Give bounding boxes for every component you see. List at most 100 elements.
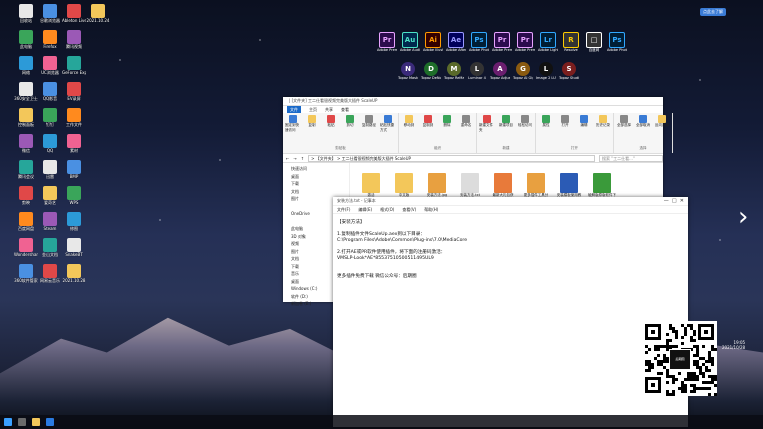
desktop-icon[interactable]: 网易云音乐 (38, 264, 62, 283)
taskbar-clock[interactable]: 19:05 2021/10/28 (722, 340, 745, 350)
up-arrow-icon[interactable]: ↑ (301, 156, 304, 161)
ribbon-button[interactable]: 删除 (439, 115, 455, 128)
desktop-icon[interactable]: 爱奇艺 (38, 186, 62, 205)
desktop-icon[interactable]: 腾讯会议 (14, 160, 38, 179)
desktop-icon[interactable]: QQ影音 (38, 82, 62, 101)
desktop-icon[interactable]: SnakeBT (62, 238, 86, 257)
desktop-icon[interactable]: 金山文档 (38, 238, 62, 257)
file-item[interactable]: 中文版 (389, 173, 419, 198)
tab-file[interactable]: 文件 (287, 106, 301, 113)
search-icon[interactable] (18, 418, 26, 426)
notepad-taskbar-icon[interactable] (46, 418, 54, 426)
back-arrow-icon[interactable]: ← (286, 156, 289, 161)
topaz-app-shortcut[interactable]: DTopaz DeNoise AI (421, 62, 441, 80)
ribbon-button[interactable]: 打开 (557, 115, 573, 128)
desktop-icon[interactable]: 谷歌浏览器 (38, 4, 62, 23)
ribbon-button[interactable]: 复制路径 (361, 115, 377, 133)
ribbon-button[interactable]: 全部取消 (635, 115, 651, 128)
nav-item[interactable]: 桌面 (283, 173, 349, 181)
desktop-icon[interactable]: UC浏览器 (38, 56, 62, 75)
adobe-app-shortcut[interactable]: □ 百度网 (584, 32, 604, 52)
file-item[interactable]: 安装方法.txt (455, 173, 485, 198)
start-menu-icon[interactable] (4, 418, 12, 426)
desktop-icon[interactable]: Ableton Live (62, 4, 86, 23)
adobe-app-shortcut[interactable]: PsAdobe Photosh... (607, 32, 627, 52)
forward-arrow-icon[interactable]: → (293, 156, 296, 161)
ribbon-button[interactable]: 全部选择 (616, 115, 632, 128)
desktop-icon[interactable]: 工作文件 (62, 108, 86, 127)
topaz-app-shortcut[interactable]: GTopaz AI Gigapixel (513, 62, 533, 80)
notepad-menu-item[interactable]: 编辑(E) (358, 206, 372, 213)
nav-item[interactable]: 下载 (283, 180, 349, 188)
ribbon-button[interactable]: 属性 (538, 115, 554, 128)
nav-item[interactable]: 快速访问 (283, 165, 349, 173)
ribbon-button[interactable]: 反向选择 (654, 115, 670, 128)
address-bar[interactable]: > 【文件夹】 > 工二仕看银视频完美版大插件 ScaleUP (308, 154, 595, 162)
adobe-app-shortcut[interactable]: PrAdobe Premie... (492, 32, 512, 52)
desktop-icon[interactable]: 剪映 (14, 186, 38, 205)
topaz-app-shortcut[interactable]: L Image 2 LUT (536, 62, 556, 80)
ribbon-button[interactable]: 粘贴 (323, 115, 339, 133)
nav-item[interactable]: 文档 (283, 188, 349, 196)
desktop-icon[interactable]: 微信 (14, 134, 38, 153)
adobe-app-shortcut[interactable]: PsAdobe Photosh... (469, 32, 489, 52)
notepad-text-area[interactable]: 【安装方法】 1.复制插件文件ScaleUp.aex到以下目录： C:\Progr… (333, 214, 688, 286)
desktop-icon[interactable]: Steam (38, 212, 62, 231)
tab-view[interactable]: 查看 (341, 106, 349, 113)
desktop-icon[interactable]: 网络 (14, 56, 38, 75)
desktop-icon[interactable]: 360安全卫士 (14, 82, 38, 101)
desktop-icon[interactable]: 控制面板 (14, 108, 38, 127)
adobe-app-shortcut[interactable]: AeAdobe After Effects CC (446, 32, 466, 52)
ribbon-button[interactable]: 移动到 (401, 115, 417, 128)
search-input[interactable]: 搜索 "工二仕看..." (599, 154, 663, 162)
desktop-icon[interactable]: BMP (62, 160, 86, 179)
topaz-app-shortcut[interactable]: L Luminar 4 (467, 62, 487, 80)
tab-home[interactable]: 主页 (309, 106, 317, 113)
topaz-app-shortcut[interactable]: STopaz Studio 2 (559, 62, 579, 80)
notification-badge[interactable]: 点此去了解 (700, 8, 726, 16)
adobe-app-shortcut[interactable]: PrAdobe Premie... (515, 32, 535, 52)
notepad-menu-item[interactable]: 查看(V) (402, 206, 416, 213)
desktop-icon[interactable]: 迅雷 (38, 160, 62, 179)
notepad-menu-item[interactable]: 格式(O) (380, 206, 394, 213)
adobe-app-shortcut[interactable]: R Resolve (561, 32, 581, 52)
ribbon-button[interactable]: 复制到 (420, 115, 436, 128)
notepad-menu-item[interactable]: 帮助(H) (424, 206, 438, 213)
ribbon-button[interactable]: 新建文件夹 (479, 115, 495, 133)
desktop-icon[interactable]: 2021.10.24 (86, 4, 110, 23)
file-explorer-taskbar-icon[interactable] (32, 418, 40, 426)
ribbon-button[interactable]: 粘贴快捷方式 (380, 115, 396, 133)
file-item[interactable]: 安装方法.jpg (422, 173, 452, 198)
adobe-app-shortcut[interactable]: LrAdobe Lightroo... (538, 32, 558, 52)
desktop-icon[interactable]: 钉钉 (38, 108, 62, 127)
window-controls[interactable]: — □ ✕ (664, 197, 684, 205)
topaz-app-shortcut[interactable]: ATopaz Adjust AI (490, 62, 510, 80)
desktop-icon[interactable]: 腾讯视频 (62, 30, 86, 49)
desktop-icon[interactable]: 回收站 (14, 4, 38, 23)
ribbon-button[interactable]: 固定到快速访问 (285, 115, 301, 133)
desktop-icon[interactable]: WPS (62, 186, 86, 205)
ribbon-button[interactable]: 编辑 (576, 115, 592, 128)
adobe-app-shortcut[interactable]: AuAdobe Audition (400, 32, 420, 52)
desktop-icon[interactable]: 360软件管家 (14, 264, 38, 283)
tab-share[interactable]: 共享 (325, 106, 333, 113)
ribbon-button[interactable]: 轻松访问 (517, 115, 533, 133)
notepad-menu-item[interactable]: 文件(F) (337, 206, 350, 213)
adobe-app-shortcut[interactable]: PrAdobe Premie... (377, 32, 397, 52)
ribbon-button[interactable]: 重命名 (458, 115, 474, 128)
desktop-icon[interactable]: QQ (38, 134, 62, 153)
topaz-app-shortcut[interactable]: NTopaz Mask AI (398, 62, 418, 80)
desktop-icon[interactable]: 百度网盘 (14, 212, 38, 231)
desktop-icon[interactable]: 此电脑 (14, 30, 38, 49)
desktop-icon[interactable]: Firefox (38, 30, 62, 49)
next-arrow-icon[interactable]: › (738, 204, 748, 230)
ribbon-button[interactable]: 复制 (304, 115, 320, 133)
ribbon-button[interactable]: 剪切 (342, 115, 358, 133)
desktop-icon[interactable]: EV录屏 (62, 82, 86, 101)
desktop-icon[interactable]: 素材 (62, 134, 86, 153)
adobe-app-shortcut[interactable]: AiAdobe Illustrat... (423, 32, 443, 52)
desktop-icon[interactable]: 2021.10.28 (62, 264, 86, 283)
desktop-icon[interactable]: 修图 (62, 212, 86, 231)
desktop-icon[interactable]: GeForce Experience (62, 56, 86, 75)
file-item[interactable]: 激活 (356, 173, 386, 198)
